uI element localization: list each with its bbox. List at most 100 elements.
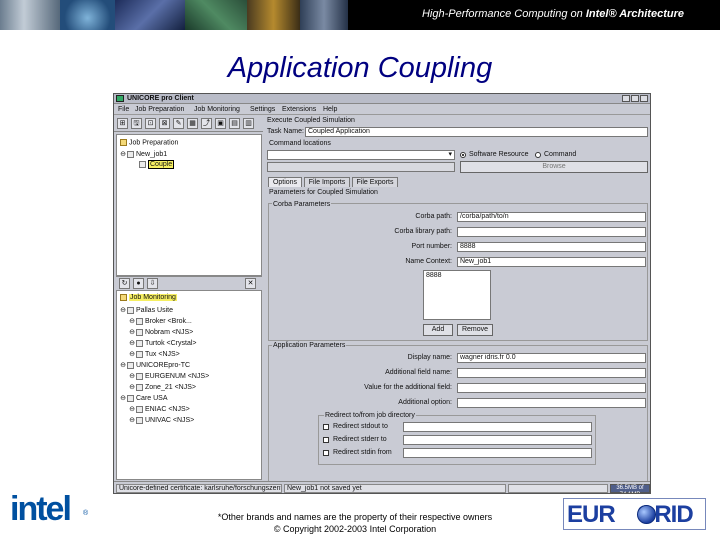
app-params-label: Application Parameters xyxy=(272,342,347,349)
expand-icon[interactable]: ⊖ xyxy=(129,328,135,336)
expand-icon[interactable]: ⊖ xyxy=(120,306,126,314)
intel-logo: intel ® xyxy=(10,490,94,530)
tab-options[interactable]: Options xyxy=(268,177,302,187)
minimize-button[interactable] xyxy=(622,95,630,102)
port-list[interactable]: 8888 xyxy=(423,270,491,320)
monitor-node[interactable]: ⊖ Nobram <NJS> xyxy=(129,328,193,336)
software-resource-radio[interactable] xyxy=(460,152,466,158)
toolbar-table-icon[interactable]: ▥ xyxy=(243,118,254,129)
monitor-node[interactable]: ⊖ Care USA xyxy=(120,394,168,402)
monitor-results-icon[interactable]: ⇩ xyxy=(147,278,158,289)
toolbar-new-icon[interactable]: ⊞ xyxy=(117,118,128,129)
monitor-node[interactable]: ⊖ Tux <NJS> xyxy=(129,350,180,358)
monitor-node[interactable]: ⊖ Turtok <Crystal> xyxy=(129,339,196,347)
command-location-select[interactable]: ▾ xyxy=(267,150,455,160)
menu-extensions[interactable]: Extensions xyxy=(282,106,316,113)
list-item[interactable]: 8888 xyxy=(426,272,488,279)
tab-file-imports[interactable]: File Imports xyxy=(304,177,350,187)
usite-icon xyxy=(127,394,134,402)
usite-icon xyxy=(127,361,134,369)
monitor-delete-icon[interactable]: ✕ xyxy=(245,278,256,289)
toolbar-submit-icon[interactable]: ⤴ xyxy=(201,118,212,129)
monitor-status-icon[interactable]: ● xyxy=(133,278,144,289)
expand-icon[interactable]: ⊖ xyxy=(129,372,135,380)
redirect-stderr-checkbox[interactable] xyxy=(323,437,329,443)
name-context-input[interactable]: New_job1 xyxy=(457,257,646,267)
unicore-client-window: UNICORE pro Client File Job Preparation … xyxy=(113,93,651,494)
status-certificate: Unicore-defined certificate: karlsruhe/f… xyxy=(116,484,282,493)
expand-icon[interactable]: ⊖ xyxy=(129,416,135,424)
expand-icon[interactable]: ⊖ xyxy=(129,383,135,391)
expand-icon[interactable]: ⊖ xyxy=(129,350,135,358)
corba-lib-input[interactable] xyxy=(457,227,646,237)
command-radio[interactable] xyxy=(535,152,541,158)
memory-indicator: 36.5MB of 74.1MB xyxy=(610,484,650,493)
remove-button[interactable]: Remove xyxy=(457,324,493,336)
monitor-node[interactable]: ⊖ UNICOREpro-TC xyxy=(120,361,190,369)
monitor-node[interactable]: ⊖ EURGENUM <NJS> xyxy=(129,372,209,380)
coupled-simulation-form: Execute Coupled Simulation Task Name: Co… xyxy=(266,116,650,491)
monitor-node[interactable]: ⊖ UNIVAC <NJS> xyxy=(129,416,194,424)
close-button[interactable] xyxy=(640,95,648,102)
banner-image-servers xyxy=(0,0,60,30)
additional-field-input[interactable] xyxy=(457,368,646,378)
maximize-button[interactable] xyxy=(631,95,639,102)
chevron-down-icon: ▾ xyxy=(448,151,452,158)
usite-icon xyxy=(127,306,134,314)
corba-path-input[interactable]: /corba/path/to/n xyxy=(457,212,646,222)
job-preparation-tree: Job Preparation ⊖ New_job1 Couple xyxy=(116,134,262,276)
monitor-node[interactable]: ⊖ Pallas Usite xyxy=(120,306,173,314)
tab-file-exports[interactable]: File Exports xyxy=(352,177,398,187)
redirect-stdout-label: Redirect stdout to xyxy=(333,423,388,430)
toolbar-list-icon[interactable]: ▤ xyxy=(229,118,240,129)
redirect-stderr-input[interactable] xyxy=(403,435,592,445)
additional-option-input[interactable] xyxy=(457,398,646,408)
expand-icon[interactable]: ⊖ xyxy=(120,150,126,158)
vsite-icon xyxy=(136,317,143,325)
command-path-input[interactable] xyxy=(267,162,455,172)
monitor-refresh-icon[interactable]: ↻ xyxy=(119,278,130,289)
job-icon xyxy=(127,150,134,158)
toolbar-view-icon[interactable]: ▣ xyxy=(215,118,226,129)
menu-help[interactable]: Help xyxy=(323,106,337,113)
toolbar-paste-icon[interactable]: ⊠ xyxy=(159,118,170,129)
menu-job-monitoring[interactable]: Job Monitoring xyxy=(194,106,240,113)
redirect-stderr-label: Redirect stderr to xyxy=(333,436,387,443)
redirect-stdin-input[interactable] xyxy=(403,448,592,458)
vsite-icon xyxy=(136,383,143,391)
task-name-input[interactable]: Coupled Application xyxy=(305,127,648,137)
port-number-input[interactable]: 8888 xyxy=(457,242,646,252)
menu-settings[interactable]: Settings xyxy=(250,106,275,113)
toolbar-grid-icon[interactable]: ▦ xyxy=(187,118,198,129)
menu-file[interactable]: File xyxy=(118,106,129,113)
menu-job-preparation[interactable]: Job Preparation xyxy=(135,106,184,113)
browse-button[interactable]: Browse xyxy=(460,161,648,173)
banner-image-wafer xyxy=(60,0,115,30)
vsite-icon xyxy=(136,372,143,380)
tree-node-new-job1[interactable]: ⊖ New_job1 xyxy=(120,150,167,158)
vsite-icon xyxy=(136,350,143,358)
toolbar-save-icon[interactable]: 🖫 xyxy=(131,118,142,129)
globe-icon xyxy=(637,505,656,524)
monitor-node[interactable]: ⊖ Broker <Brok... xyxy=(129,317,192,325)
expand-icon[interactable]: ⊖ xyxy=(120,361,126,369)
redirect-stdout-checkbox[interactable] xyxy=(323,424,329,430)
expand-icon[interactable]: ⊖ xyxy=(120,394,126,402)
tree-node-couple[interactable]: Couple xyxy=(139,160,175,170)
expand-icon[interactable]: ⊖ xyxy=(129,339,135,347)
toolbar-edit-icon[interactable]: ✎ xyxy=(173,118,184,129)
expand-icon[interactable]: ⊖ xyxy=(129,405,135,413)
expand-icon[interactable]: ⊖ xyxy=(129,317,135,325)
monitor-node[interactable]: ⊖ ENIAC <NJS> xyxy=(129,405,190,413)
redirect-stdout-input[interactable] xyxy=(403,422,592,432)
monitor-node[interactable]: ⊖ Zone_21 <NJS> xyxy=(129,383,196,391)
toolbar-copy-icon[interactable]: ⊡ xyxy=(145,118,156,129)
tree-root-monitoring[interactable]: Job Monitoring xyxy=(120,294,177,302)
add-button[interactable]: Add xyxy=(423,324,453,336)
status-bar: Unicore-defined certificate: karlsruhe/f… xyxy=(114,481,650,493)
header-banner: High-Performance Computing on Intel® Arc… xyxy=(0,0,720,30)
additional-value-input[interactable] xyxy=(457,383,646,393)
redirect-stdin-checkbox[interactable] xyxy=(323,450,329,456)
tree-root-preparation[interactable]: Job Preparation xyxy=(120,139,178,146)
display-name-input[interactable]: wagner idris.fr 0.0 xyxy=(457,353,646,363)
